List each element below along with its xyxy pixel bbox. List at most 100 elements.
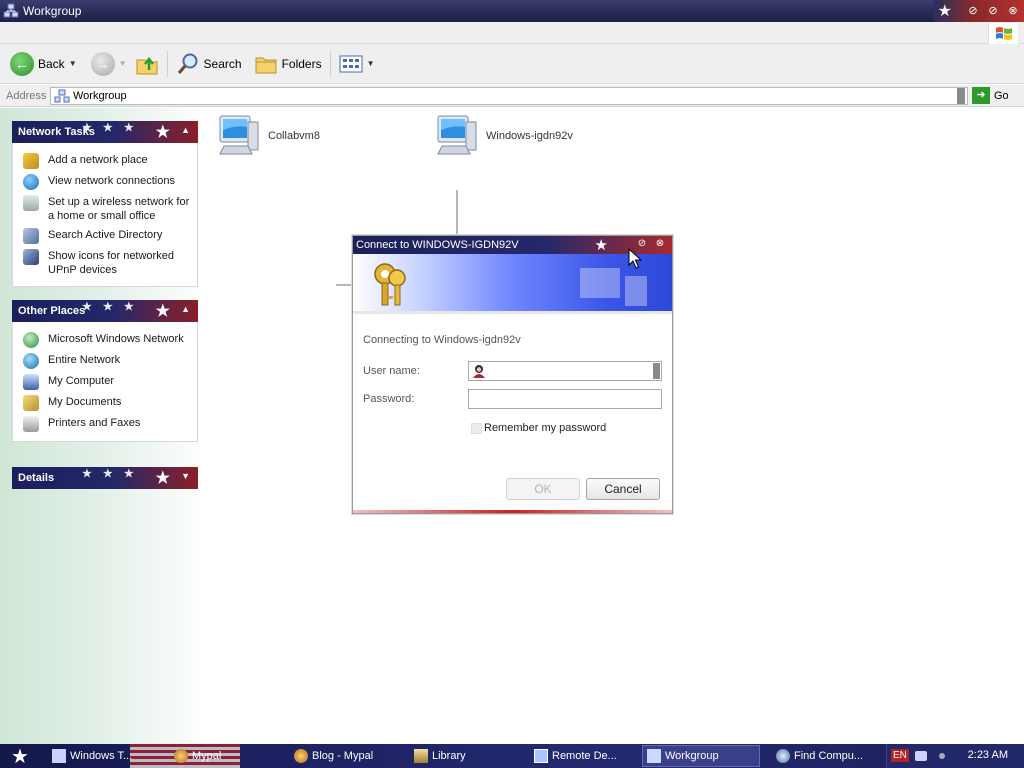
collapse-chevron-icon[interactable]: ▲ [181, 304, 190, 314]
star-icon: ★ [155, 470, 170, 487]
back-button[interactable]: ← Back ▼ [6, 48, 81, 80]
username-combobox[interactable] [468, 361, 662, 381]
menu-bar [0, 22, 1024, 45]
taskbar-item-mypal[interactable]: Mypal [170, 745, 282, 767]
dialog-bottom-accent [353, 510, 672, 513]
clock[interactable]: 2:23 AM [968, 749, 1008, 761]
computer-item[interactable]: Collabvm8 [214, 112, 320, 160]
folders-icon [255, 57, 277, 73]
connect-dialog: Connect to WINDOWS-IGDN92V ★ ⊘ ⊗ Connect… [352, 235, 673, 514]
title-controls: ★ ⊘ ⊘ ⊗ [934, 0, 1024, 22]
views-button[interactable]: ▼ [335, 48, 379, 80]
forward-button[interactable]: → ▼ [87, 48, 131, 80]
stars-decoration: ★ ★ ★ [82, 122, 138, 134]
address-label: Address [6, 89, 47, 102]
task-label: Show icons for networked UPnP devices [48, 250, 174, 276]
taskbar-item-windows[interactable]: Windows T... [48, 745, 160, 767]
collapse-chevron-icon[interactable]: ▲ [181, 125, 190, 135]
details-header[interactable]: Details ★ ★ ★ ★ ▼ [12, 467, 198, 489]
folders-button[interactable]: Folders [250, 48, 326, 80]
folders-label: Folders [281, 56, 322, 71]
forward-dropdown-icon[interactable]: ▼ [119, 59, 127, 68]
views-icon [339, 55, 363, 72]
place-label: My Documents [48, 396, 122, 408]
search-icon [776, 749, 790, 763]
username-dropdown-button[interactable] [653, 363, 660, 379]
language-indicator[interactable]: EN [891, 749, 909, 762]
connecting-text: Connecting to Windows-igdn92v [363, 334, 521, 346]
up-folder-icon [136, 56, 158, 74]
ok-button[interactable]: OK [506, 478, 580, 500]
wireless-icon [23, 195, 39, 211]
taskbar: ★ Windows T... Mypal Blog - Mypal Librar… [0, 744, 1024, 768]
keyboard-icon[interactable] [915, 751, 927, 761]
remember-password-label[interactable]: Remember my password [484, 422, 606, 434]
toolbar-separator [329, 50, 331, 77]
computer-item[interactable]: Windows-igdn92v [432, 112, 573, 160]
dialog-title-bar[interactable]: Connect to WINDOWS-IGDN92V ★ ⊘ ⊗ [353, 236, 672, 254]
taskbar-item-remote-desktop[interactable]: Remote De... [530, 745, 640, 767]
dialog-close-button[interactable]: ⊗ [654, 238, 666, 250]
back-arrow-icon: ← [10, 51, 34, 76]
place-my-documents[interactable]: My Documents [13, 393, 197, 414]
task-show-upnp[interactable]: Show icons for networked UPnP devices [13, 247, 197, 280]
place-microsoft-windows-network[interactable]: Microsoft Windows Network [13, 330, 197, 351]
place-printers-and-faxes[interactable]: Printers and Faxes [13, 414, 197, 435]
star-icon: ★ [155, 303, 170, 320]
search-button[interactable]: Search [172, 48, 246, 80]
taskbar-item-library[interactable]: Library [410, 745, 522, 767]
network-tasks-header[interactable]: Network Tasks ★ ★ ★ ★ ▲ [12, 121, 198, 143]
password-input[interactable] [468, 389, 662, 409]
close-button[interactable]: ⊗ [1006, 4, 1020, 18]
forward-arrow-icon: → [90, 51, 115, 76]
taskbar-item-find-computer[interactable]: Find Compu... [772, 745, 884, 767]
expand-chevron-icon[interactable]: ▼ [181, 471, 190, 481]
toolbar-separator [166, 50, 168, 77]
go-arrow-icon: ➜ [972, 87, 990, 104]
task-view-network-connections[interactable]: View network connections [13, 172, 197, 193]
star-icon: ★ [155, 124, 170, 141]
network-connections-icon [23, 174, 39, 190]
browser-icon [294, 749, 308, 763]
place-my-computer[interactable]: My Computer [13, 372, 197, 393]
panel-title: Other Places [18, 305, 86, 317]
stars-decoration: ★ ★ ★ [82, 301, 138, 313]
taskbar-item-blog-mypal[interactable]: Blog - Mypal [290, 745, 402, 767]
remote-desktop-icon [534, 749, 548, 763]
task-add-network-place[interactable]: Add a network place [13, 151, 197, 172]
stars-decoration: ★ ★ ★ [82, 468, 138, 480]
address-dropdown-button[interactable] [957, 88, 965, 104]
window-title: Workgroup [23, 4, 82, 18]
place-label: My Computer [48, 375, 115, 387]
maximize-button[interactable]: ⊘ [986, 4, 1000, 18]
cancel-button[interactable]: Cancel [586, 478, 660, 500]
panel-title: Details [18, 472, 55, 484]
place-entire-network[interactable]: Entire Network [13, 351, 197, 372]
taskbar-item-label: Find Compu... [794, 750, 864, 762]
globe-icon [23, 353, 39, 369]
place-label: Entire Network [48, 354, 121, 366]
taskbar-item-label: Remote De... [552, 750, 617, 762]
computer-icon [219, 115, 259, 155]
taskbar-item-label: Library [432, 750, 466, 762]
taskbar-item-workgroup[interactable]: Workgroup [642, 745, 760, 767]
remember-password-checkbox[interactable] [471, 423, 482, 434]
other-places-body: Microsoft Windows Network Entire Network… [12, 322, 198, 442]
other-places-panel: Other Places ★ ★ ★ ★ ▲ Microsoft Windows… [12, 300, 198, 442]
back-dropdown-icon[interactable]: ▼ [69, 59, 77, 68]
window-title-bar[interactable]: Workgroup ★ ⊘ ⊘ ⊗ [0, 0, 1024, 22]
go-button[interactable]: ➜ Go [972, 87, 1009, 104]
place-label: Printers and Faxes [48, 417, 141, 429]
views-dropdown-icon[interactable]: ▼ [367, 59, 375, 68]
other-places-header[interactable]: Other Places ★ ★ ★ ★ ▲ [12, 300, 198, 322]
keys-icon [374, 263, 406, 306]
up-folder-button[interactable] [131, 48, 163, 80]
tray-status-icon[interactable] [939, 753, 945, 759]
taskbar-item-label: Mypal [192, 750, 222, 762]
minimize-button[interactable]: ⊘ [966, 4, 980, 18]
start-button[interactable]: ★ [0, 744, 40, 768]
task-wireless-setup[interactable]: Set up a wireless network for a home or … [13, 193, 197, 226]
network-icon [3, 3, 19, 18]
task-search-active-directory[interactable]: Search Active Directory [13, 226, 197, 247]
address-input[interactable]: Workgroup [50, 87, 968, 105]
